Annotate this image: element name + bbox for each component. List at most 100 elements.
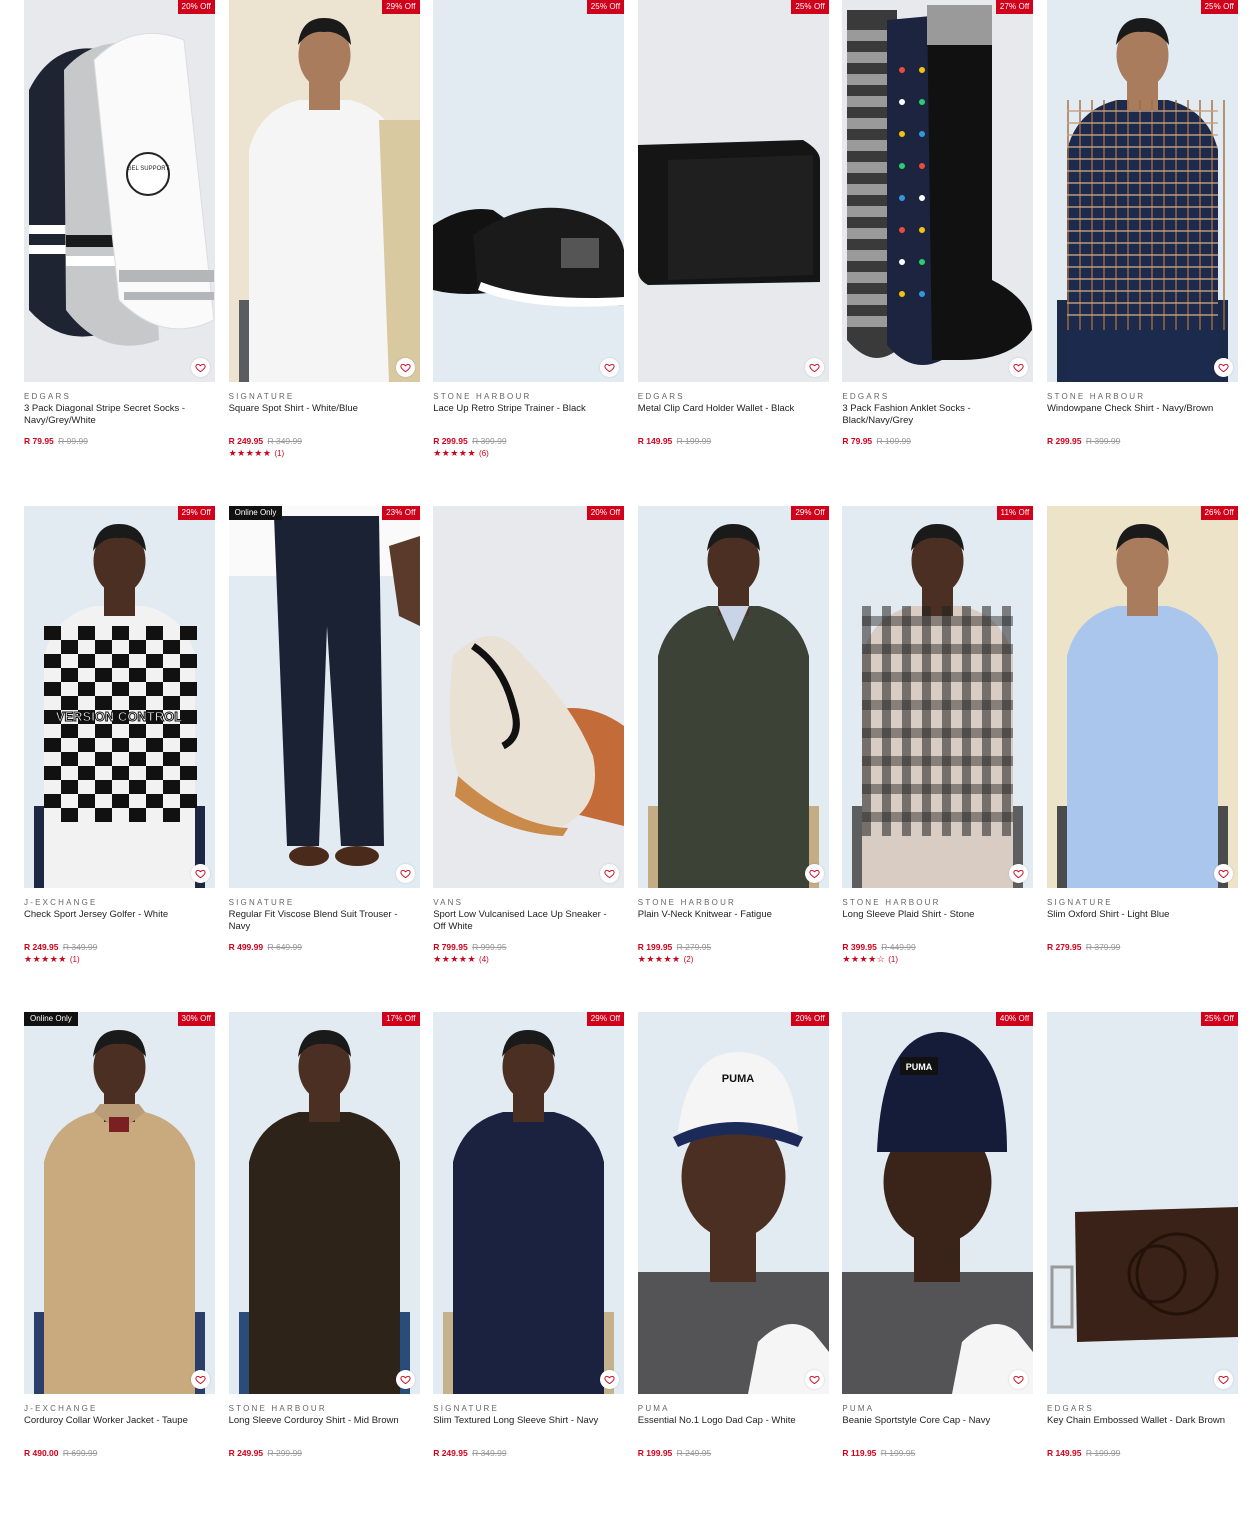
wishlist-button[interactable]: [395, 1370, 415, 1389]
wishlist-button[interactable]: [804, 864, 824, 883]
product-name[interactable]: 3 Pack Diagonal Stripe Secret Socks - Na…: [24, 403, 215, 426]
star-rating-icon: ★★★★★: [433, 954, 477, 964]
product-card[interactable]: 29% Off SIGNATURE Slim Textured Long Sle…: [433, 1012, 625, 1518]
product-image[interactable]: 25% Off: [1046, 1012, 1238, 1394]
wishlist-button[interactable]: [191, 358, 210, 377]
product-image[interactable]: 29% Off: [637, 506, 829, 888]
product-card[interactable]: GEL SUPPORT 20% Off EDGARS 3 Pack Diagon…: [24, 0, 215, 506]
product-name[interactable]: Metal Clip Card Holder Wallet - Black: [638, 403, 829, 426]
wishlist-button[interactable]: [1213, 1370, 1233, 1389]
product-card[interactable]: 20% Off VANS Sport Low Vulcanised Lace U…: [433, 506, 625, 1012]
sale-price: R 149.95: [637, 436, 673, 446]
product-image[interactable]: 25% Off: [637, 0, 829, 382]
product-name[interactable]: Lace Up Retro Stripe Trainer - Black: [433, 403, 624, 426]
product-image[interactable]: 29% Off: [433, 1012, 625, 1394]
discount-badge: 30% Off: [177, 1012, 215, 1026]
product-card[interactable]: VERSION CONTROL 29% Off J-EXCHANGE Check…: [24, 506, 215, 1012]
product-name[interactable]: Key Chain Embossed Wallet - Dark Brown: [1047, 1415, 1238, 1438]
product-card[interactable]: 25% Off STONE HARBOUR Windowpane Check S…: [1046, 0, 1238, 506]
product-image[interactable]: 17% Off: [228, 1012, 420, 1394]
product-name[interactable]: Sport Low Vulcanised Lace Up Sneaker - O…: [433, 909, 624, 932]
product-card[interactable]: 26% Off SIGNATURE Slim Oxford Shirt - Li…: [1046, 506, 1238, 1012]
product-card[interactable]: Online Only 23% Off SIGNATURE Regular Fi…: [228, 506, 420, 1012]
wishlist-button[interactable]: [1213, 864, 1233, 883]
review-count: (1): [274, 449, 285, 458]
product-grid: GEL SUPPORT 20% Off EDGARS 3 Pack Diagon…: [24, 0, 1238, 1518]
price-block: R 299.95 R 399.99: [433, 436, 624, 447]
product-image[interactable]: 11% Off: [842, 506, 1034, 888]
product-name[interactable]: Plain V-Neck Knitwear - Fatigue: [638, 909, 829, 932]
product-image[interactable]: Online Only 30% Off: [24, 1012, 215, 1394]
product-image[interactable]: 20% Off: [433, 506, 625, 888]
sale-price: R 249.95: [228, 1448, 264, 1458]
product-image[interactable]: 27% Off: [842, 0, 1034, 382]
sale-price: R 299.95: [433, 436, 468, 446]
product-card[interactable]: 25% Off EDGARS Key Chain Embossed Wallet…: [1046, 1012, 1238, 1518]
wishlist-button[interactable]: [804, 358, 824, 377]
wishlist-button[interactable]: [1213, 358, 1233, 377]
price-block: R 279.95 R 379.99: [1047, 942, 1238, 953]
wishlist-button[interactable]: [804, 1370, 824, 1389]
product-name[interactable]: Essential No.1 Logo Dad Cap - White: [638, 1415, 829, 1438]
price-block: R 149.95 R 199.99: [638, 436, 829, 447]
original-price: R 249.95: [676, 1448, 712, 1458]
review-count: (1): [888, 955, 898, 964]
rating[interactable]: ★★★★★ (1): [229, 448, 420, 459]
product-image[interactable]: Online Only 23% Off: [228, 506, 420, 888]
product-image[interactable]: 29% Off: [228, 0, 420, 382]
heart-icon: [1218, 1375, 1229, 1385]
sale-price: R 399.95: [842, 942, 877, 952]
star-rating-icon: ★★★★★: [433, 448, 477, 458]
product-card[interactable]: 29% Off SIGNATURE Square Spot Shirt - Wh…: [228, 0, 420, 506]
product-card[interactable]: 29% Off STONE HARBOUR Plain V-Neck Knitw…: [637, 506, 829, 1012]
product-name[interactable]: Regular Fit Viscose Blend Suit Trouser -…: [229, 909, 420, 932]
product-card[interactable]: PUMA 20% Off PUMA Essential No.1 Logo Da…: [637, 1012, 829, 1518]
product-card[interactable]: 25% Off EDGARS Metal Clip Card Holder Wa…: [637, 0, 829, 506]
original-price: R 399.99: [1085, 436, 1121, 446]
product-brand: SIGNATURE: [1046, 898, 1113, 907]
rating[interactable]: ★★★★★ (1): [24, 954, 215, 965]
product-image[interactable]: GEL SUPPORT 20% Off: [24, 0, 215, 382]
product-image[interactable]: 25% Off: [433, 0, 625, 382]
heart-icon: [1013, 363, 1024, 373]
wishlist-button[interactable]: [191, 864, 210, 883]
product-image[interactable]: PUMA 20% Off: [637, 1012, 829, 1394]
svg-text:PUMA: PUMA: [722, 1073, 754, 1085]
heart-icon: [809, 363, 820, 373]
product-name[interactable]: Long Sleeve Corduroy Shirt - Mid Brown: [229, 1415, 420, 1438]
original-price: R 109.99: [876, 436, 912, 446]
wishlist-button[interactable]: [191, 1370, 210, 1389]
wishlist-button[interactable]: [395, 864, 415, 883]
discount-badge: 25% Off: [791, 0, 829, 14]
sale-price: R 799.95: [433, 942, 468, 952]
product-card[interactable]: 17% Off STONE HARBOUR Long Sleeve Cordur…: [228, 1012, 420, 1518]
product-card[interactable]: 11% Off STONE HARBOUR Long Sleeve Plaid …: [842, 506, 1034, 1012]
product-name[interactable]: Long Sleeve Plaid Shirt - Stone: [842, 909, 1033, 932]
product-name[interactable]: Check Sport Jersey Golfer - White: [24, 909, 215, 932]
product-image[interactable]: VERSION CONTROL 29% Off: [24, 506, 215, 888]
price-block: R 79.95 R 99.99: [24, 436, 215, 447]
product-name[interactable]: Corduroy Collar Worker Jacket - Taupe: [24, 1415, 215, 1438]
product-name[interactable]: Windowpane Check Shirt - Navy/Brown: [1047, 403, 1238, 426]
heart-icon: [809, 1375, 820, 1385]
product-image[interactable]: PUMA 40% Off: [842, 1012, 1034, 1394]
product-card[interactable]: Online Only 30% Off J-EXCHANGE Corduroy …: [24, 1012, 215, 1518]
wishlist-button[interactable]: [395, 358, 415, 377]
product-image[interactable]: 26% Off: [1046, 506, 1238, 888]
rating[interactable]: ★★★★★ (6): [433, 448, 624, 459]
product-name[interactable]: Slim Textured Long Sleeve Shirt - Navy: [433, 1415, 624, 1438]
rating[interactable]: ★★★★★ (2): [638, 954, 829, 965]
product-card[interactable]: PUMA 40% Off PUMA Beanie Sportstyle Core…: [842, 1012, 1034, 1518]
product-brand: EDGARS: [637, 392, 685, 401]
product-name[interactable]: 3 Pack Fashion Anklet Socks - Black/Navy…: [842, 403, 1033, 426]
product-name[interactable]: Square Spot Shirt - White/Blue: [229, 403, 420, 426]
product-name[interactable]: Beanie Sportstyle Core Cap - Navy: [842, 1415, 1033, 1438]
product-card[interactable]: 25% Off STONE HARBOUR Lace Up Retro Stri…: [433, 0, 625, 506]
product-image[interactable]: 25% Off: [1046, 0, 1238, 382]
rating[interactable]: ★★★★☆ (1): [842, 954, 1033, 965]
online-only-badge: Online Only: [24, 1012, 78, 1026]
product-brand: VANS: [433, 898, 464, 907]
product-name[interactable]: Slim Oxford Shirt - Light Blue: [1047, 909, 1238, 932]
product-card[interactable]: 27% Off EDGARS 3 Pack Fashion Anklet Soc…: [842, 0, 1034, 506]
rating[interactable]: ★★★★★ (4): [433, 954, 624, 965]
